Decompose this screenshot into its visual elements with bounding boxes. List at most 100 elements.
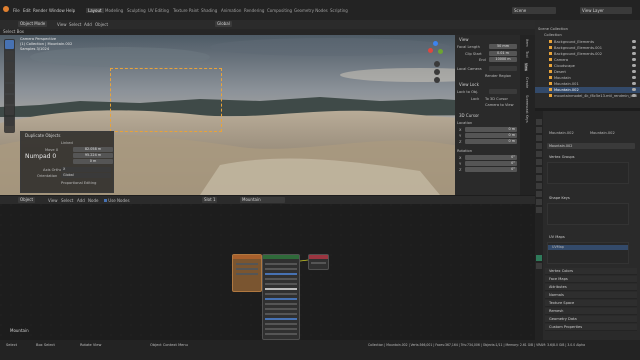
data-tab-icon[interactable] (536, 207, 542, 213)
menu-help[interactable]: Help (66, 8, 75, 13)
bsdf-field[interactable] (265, 313, 297, 315)
move-x-field[interactable]: 82.058 m (73, 147, 113, 152)
object-tab-icon[interactable] (536, 167, 542, 173)
node-editor[interactable]: Mountain (0, 204, 535, 340)
uv-maps-header[interactable]: UV Maps (549, 235, 565, 239)
bsdf-field[interactable] (265, 308, 297, 310)
mesh-name-field[interactable]: Mountain.002 (547, 143, 635, 149)
use-nodes-checkbox[interactable]: Use Nodes (104, 198, 130, 203)
visibility-eye-icon[interactable] (632, 88, 636, 91)
visibility-eye-icon[interactable] (632, 76, 636, 79)
bsdf-field[interactable] (265, 293, 297, 295)
properties-section-header[interactable]: Attributes (545, 284, 637, 291)
lock-to-object-field[interactable] (489, 89, 517, 94)
node-menu-select[interactable]: Select (61, 198, 73, 203)
uv-map-item[interactable]: UVMap (548, 245, 628, 250)
principled-bsdf-node[interactable] (262, 254, 300, 340)
tab-view[interactable]: View (524, 63, 528, 72)
node-object-selector[interactable]: Object (18, 197, 36, 203)
local-camera-field[interactable] (489, 66, 517, 71)
scale-tool-icon[interactable] (5, 84, 14, 93)
visibility-eye-icon[interactable] (632, 70, 636, 73)
tab-uv-editing[interactable]: UV Editing (148, 8, 169, 13)
tab-shading[interactable]: Shading (201, 8, 217, 13)
proportional-editing-checkbox[interactable]: Proportional Editing (61, 181, 96, 185)
properties-section-header[interactable]: Normals (545, 292, 637, 299)
move-z-field[interactable]: 0 m (73, 159, 113, 164)
to-3d-cursor-checkbox[interactable]: To 3D Cursor (485, 97, 508, 101)
rotate-tool-icon[interactable] (5, 73, 14, 82)
visibility-eye-icon[interactable] (632, 64, 636, 67)
tab-geometry-nodes[interactable]: Geometry Nodes (294, 8, 328, 13)
cursor-x-field[interactable]: 0 m (465, 127, 517, 132)
texture-node-field[interactable] (236, 263, 258, 265)
bsdf-field[interactable] (265, 328, 297, 330)
rotation-z-field[interactable]: 0° (465, 167, 517, 172)
bsdf-field[interactable] (265, 318, 297, 320)
viewport-menu-select[interactable]: Select (69, 22, 81, 27)
tab-animation[interactable]: Animation (221, 8, 241, 13)
tab-screencast-keys[interactable]: Screencast Keys (525, 95, 529, 123)
material-slot-selector[interactable]: Slot 1 (202, 197, 218, 203)
cursor-tool-icon[interactable] (5, 51, 14, 60)
material-tab-icon[interactable] (536, 263, 542, 269)
modifier-tab-icon[interactable] (536, 175, 542, 181)
tab-compositing[interactable]: Compositing (267, 8, 292, 13)
shape-keys-header[interactable]: Shape Keys (549, 196, 570, 200)
output-node-field[interactable] (311, 262, 326, 264)
view-lock-header[interactable]: View Lock (459, 82, 479, 87)
tab-scripting[interactable]: Scripting (330, 8, 348, 13)
visibility-eye-icon[interactable] (632, 46, 636, 49)
particles-tab-icon[interactable] (536, 183, 542, 189)
blender-logo-icon[interactable] (3, 6, 9, 12)
properties-section-header[interactable]: Geometry Data (545, 316, 637, 323)
vertex-groups-list[interactable] (547, 162, 629, 184)
node-menu-node[interactable]: Node (88, 198, 98, 203)
constraints-tab-icon[interactable] (536, 199, 542, 205)
texture-node[interactable] (232, 254, 262, 292)
mode-selector[interactable]: Object Mode (18, 21, 48, 27)
bsdf-field[interactable] (265, 263, 297, 265)
visibility-eye-icon[interactable] (632, 52, 636, 55)
material-output-node[interactable] (308, 254, 329, 270)
clip-start-field[interactable]: 0.01 m (489, 51, 517, 56)
viewport-menu-view[interactable]: View (57, 22, 67, 27)
bsdf-field[interactable] (265, 323, 297, 325)
tab-sculpting[interactable]: Sculpting (127, 8, 146, 13)
output-tab-icon[interactable] (536, 135, 542, 141)
clip-end-field[interactable]: 10000 m (489, 57, 517, 62)
viewport-menu-object[interactable]: Object (95, 22, 108, 27)
cursor-y-field[interactable]: 0 m (465, 133, 517, 138)
scene-tab-icon[interactable] (536, 151, 542, 157)
view-layer-tab-icon[interactable] (536, 143, 542, 149)
pan-icon[interactable] (434, 69, 440, 75)
texture-node-field[interactable] (236, 268, 258, 270)
menu-window[interactable]: Window (49, 8, 65, 13)
menu-edit[interactable]: Edit (23, 8, 31, 13)
texture-node-field[interactable] (236, 273, 258, 275)
properties-section-header[interactable]: Texture Space (545, 300, 637, 307)
node-menu-view[interactable]: View (48, 198, 58, 203)
view-layer-selector[interactable]: View Layer (580, 7, 632, 14)
mesh-data-tab-icon[interactable] (536, 255, 542, 261)
visibility-eye-icon[interactable] (632, 58, 636, 61)
bsdf-field[interactable] (265, 278, 297, 280)
tab-tool[interactable]: Tool (525, 51, 529, 58)
menu-render[interactable]: Render (33, 8, 47, 13)
focal-length-field[interactable]: 50 mm (489, 44, 517, 49)
transform-tool-icon[interactable] (5, 95, 14, 104)
visibility-eye-icon[interactable] (632, 94, 636, 97)
physics-tab-icon[interactable] (536, 191, 542, 197)
orientation-selector[interactable]: Global (215, 21, 232, 27)
select-box-tool-icon[interactable] (5, 40, 14, 49)
rotation-y-field[interactable]: 0° (465, 161, 517, 166)
tab-create[interactable]: Create (525, 77, 529, 88)
camera-to-view-checkbox[interactable]: Camera to View (485, 103, 514, 107)
annotate-tool-icon[interactable] (5, 106, 14, 115)
properties-section-header[interactable]: Remesh (545, 308, 637, 315)
measure-tool-icon[interactable] (5, 117, 14, 126)
menu-file[interactable]: File (13, 8, 20, 13)
bsdf-field[interactable] (265, 288, 297, 290)
tab-texture-paint[interactable]: Texture Paint (173, 8, 199, 13)
cursor-z-field[interactable]: 0 m (465, 139, 517, 144)
